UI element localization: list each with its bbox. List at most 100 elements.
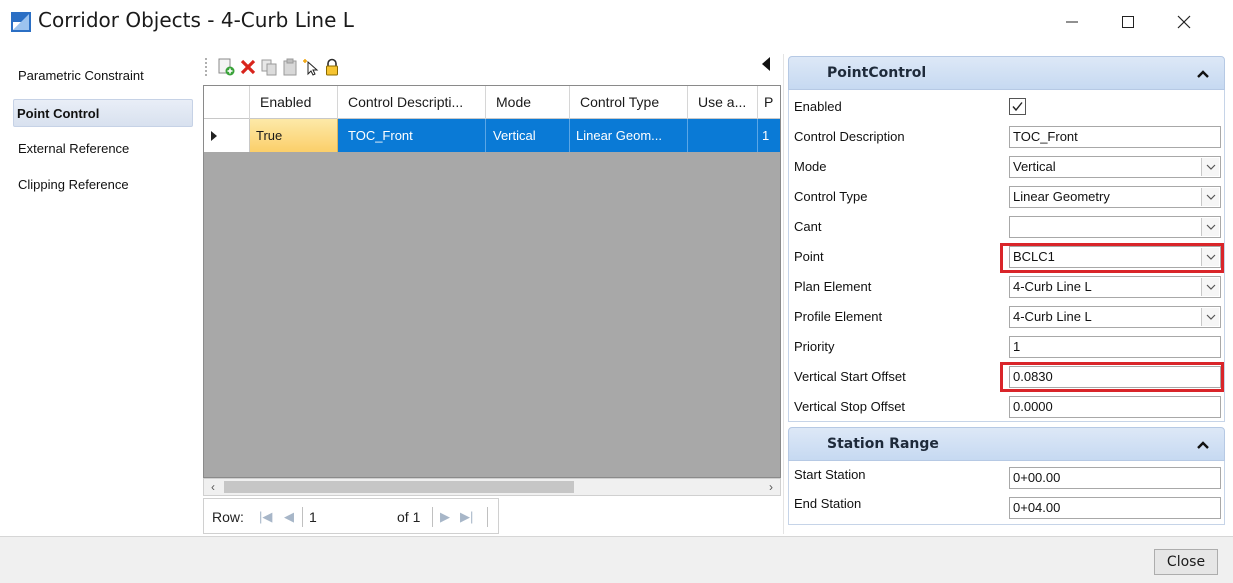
vertical-stop-offset-field[interactable]: 0.0000 bbox=[1009, 396, 1221, 418]
dialog-footer: Close bbox=[0, 536, 1233, 583]
control-type-value: Linear Geometry bbox=[1013, 189, 1110, 204]
scroll-right-icon[interactable]: › bbox=[762, 479, 780, 495]
first-record-icon[interactable]: |◀ bbox=[259, 509, 272, 525]
previous-record-icon[interactable]: ◀ bbox=[284, 509, 294, 525]
navigator-separator bbox=[487, 507, 488, 527]
station-range-properties: Start Station 0+00.00 End Station 0+04.0… bbox=[788, 461, 1225, 525]
cell-use-a[interactable] bbox=[688, 119, 758, 152]
control-type-dropdown[interactable]: Linear Geometry bbox=[1009, 186, 1221, 208]
property-row-enabled: Enabled bbox=[789, 92, 1226, 122]
maximize-button[interactable] bbox=[1100, 0, 1156, 44]
point-label: Point bbox=[794, 249, 824, 264]
cell-p[interactable]: 1 bbox=[758, 119, 780, 152]
property-row-point: Point BCLC1 bbox=[789, 242, 1226, 273]
cell-control-description[interactable]: TOC_Front bbox=[338, 119, 486, 152]
minimize-button[interactable] bbox=[1044, 0, 1100, 44]
lock-icon[interactable] bbox=[323, 58, 341, 76]
enabled-checkbox[interactable] bbox=[1009, 98, 1026, 115]
copy-icon[interactable] bbox=[260, 58, 278, 76]
end-station-field[interactable]: 0+04.00 bbox=[1009, 497, 1221, 519]
vertical-stop-offset-label: Vertical Stop Offset bbox=[794, 399, 906, 414]
cant-dropdown[interactable] bbox=[1009, 216, 1221, 238]
dropdown-button[interactable] bbox=[1201, 218, 1219, 236]
chevron-down-icon bbox=[1206, 194, 1216, 200]
collapse-chevron-up-icon[interactable] bbox=[1196, 438, 1210, 452]
start-station-label: Start Station bbox=[794, 467, 866, 482]
collapse-chevron-up-icon[interactable] bbox=[1196, 67, 1210, 81]
property-row-start-station: Start Station 0+00.00 bbox=[789, 463, 1226, 493]
cell-control-type[interactable]: Linear Geom... bbox=[570, 119, 688, 152]
cell-mode[interactable]: Vertical bbox=[486, 119, 570, 152]
dropdown-button[interactable] bbox=[1201, 188, 1219, 206]
priority-label: Priority bbox=[794, 339, 835, 354]
point-control-group-header[interactable]: PointControl bbox=[788, 56, 1225, 90]
nav-item-parametric-constraint[interactable]: Parametric Constraint bbox=[15, 62, 195, 90]
chevron-down-icon bbox=[1206, 314, 1216, 320]
property-row-plan-element: Plan Element 4-Curb Line L bbox=[789, 272, 1226, 302]
dropdown-button[interactable] bbox=[1201, 278, 1219, 296]
title-bar: Corridor Objects - 4-Curb Line L bbox=[0, 0, 1233, 44]
start-station-field[interactable]: 0+00.00 bbox=[1009, 467, 1221, 489]
chevron-down-icon bbox=[1206, 284, 1216, 290]
station-range-group-header[interactable]: Station Range bbox=[788, 427, 1225, 461]
next-record-icon[interactable]: ▶ bbox=[440, 509, 450, 525]
mode-label: Mode bbox=[794, 159, 827, 174]
dropdown-button[interactable] bbox=[1201, 308, 1219, 326]
checkmark-icon bbox=[1012, 102, 1023, 112]
column-header-control-description[interactable]: Control Descripti... bbox=[338, 86, 486, 119]
current-record-input[interactable]: 1 bbox=[309, 509, 317, 525]
column-header-control-type[interactable]: Control Type bbox=[570, 86, 688, 119]
control-description-label: Control Description bbox=[794, 129, 905, 144]
column-header-use-a[interactable]: Use a... bbox=[688, 86, 758, 119]
cell-enabled[interactable]: True bbox=[250, 119, 338, 152]
cant-label: Cant bbox=[794, 219, 822, 234]
minimize-icon bbox=[1066, 21, 1078, 23]
control-type-label: Control Type bbox=[794, 189, 868, 204]
column-header-mode[interactable]: Mode bbox=[486, 86, 570, 119]
corridor-app-icon bbox=[11, 12, 31, 32]
profile-element-dropdown[interactable]: 4-Curb Line L bbox=[1009, 306, 1221, 328]
nav-item-point-control[interactable]: Point Control bbox=[13, 99, 193, 127]
row-selector[interactable] bbox=[204, 119, 250, 152]
property-row-end-station: End Station 0+04.00 bbox=[789, 493, 1226, 523]
select-cursor-icon[interactable] bbox=[302, 58, 320, 76]
point-control-group-title: PointControl bbox=[827, 65, 927, 81]
plan-element-label: Plan Element bbox=[794, 279, 872, 294]
column-header-enabled[interactable]: Enabled bbox=[250, 86, 338, 119]
column-header-p[interactable]: P bbox=[758, 86, 780, 119]
add-row-icon[interactable] bbox=[217, 58, 235, 76]
dropdown-button[interactable] bbox=[1201, 158, 1219, 176]
last-record-icon[interactable]: ▶| bbox=[460, 509, 473, 525]
scroll-left-icon[interactable]: ‹ bbox=[204, 479, 222, 495]
window-title: Corridor Objects - 4-Curb Line L bbox=[38, 8, 354, 32]
priority-field[interactable]: 1 bbox=[1009, 336, 1221, 358]
grid-toolbar bbox=[203, 54, 781, 80]
grid-horizontal-scrollbar[interactable]: ‹ › bbox=[203, 478, 781, 496]
navigator-separator bbox=[302, 507, 303, 527]
nav-item-clipping-reference[interactable]: Clipping Reference bbox=[15, 171, 195, 199]
property-row-control-description: Control Description TOC_Front bbox=[789, 122, 1226, 152]
property-row-vertical-start-offset: Vertical Start Offset 0.0830 bbox=[789, 362, 1226, 392]
nav-item-external-reference[interactable]: External Reference bbox=[15, 135, 195, 163]
collapse-panel-arrow-icon[interactable] bbox=[760, 56, 772, 72]
paste-icon[interactable] bbox=[281, 58, 299, 76]
mode-dropdown[interactable]: Vertical bbox=[1009, 156, 1221, 178]
control-description-field[interactable]: TOC_Front bbox=[1009, 126, 1221, 148]
scrollbar-thumb[interactable] bbox=[224, 481, 574, 493]
close-button[interactable]: Close bbox=[1154, 549, 1218, 575]
row-label: Row: bbox=[212, 509, 244, 525]
enabled-label: Enabled bbox=[794, 99, 842, 114]
chevron-down-icon bbox=[1206, 224, 1216, 230]
property-row-control-type: Control Type Linear Geometry bbox=[789, 182, 1226, 212]
table-row[interactable]: True TOC_Front Vertical Linear Geom... 1 bbox=[204, 119, 780, 152]
delete-icon[interactable] bbox=[239, 58, 257, 76]
record-navigator: Row: |◀ ◀ 1 of 1 ▶ ▶| bbox=[203, 498, 499, 534]
close-window-button[interactable] bbox=[1156, 0, 1212, 44]
row-header-corner bbox=[204, 86, 250, 119]
chevron-down-icon bbox=[1206, 164, 1216, 170]
point-control-grid: Enabled Control Descripti... Mode Contro… bbox=[203, 85, 781, 478]
plan-element-dropdown[interactable]: 4-Curb Line L bbox=[1009, 276, 1221, 298]
station-range-group-title: Station Range bbox=[827, 436, 939, 452]
profile-element-label: Profile Element bbox=[794, 309, 883, 324]
property-row-mode: Mode Vertical bbox=[789, 152, 1226, 182]
